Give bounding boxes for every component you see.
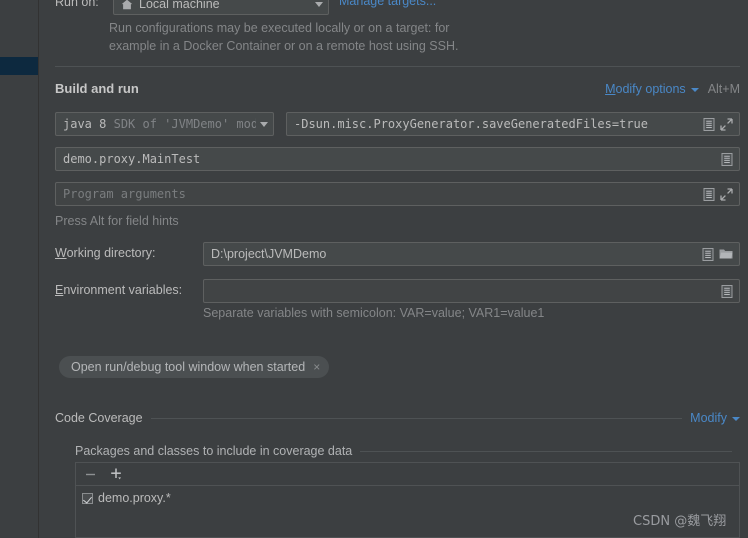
run-on-description: Run configurations may be executed local… bbox=[109, 21, 458, 53]
watermark: CSDN @魏飞翔 bbox=[633, 514, 727, 529]
home-icon bbox=[121, 0, 133, 10]
coverage-packages-title: Packages and classes to include in cover… bbox=[75, 444, 353, 458]
jre-combobox[interactable]: java 8 SDK of 'JVMDemo' modu bbox=[55, 112, 274, 136]
coverage-item-label: demo.proxy.* bbox=[98, 491, 171, 505]
run-on-description-line1: Run configurations may be executed local… bbox=[109, 21, 450, 35]
environment-variables-field[interactable] bbox=[203, 279, 740, 303]
main-class-value: demo.proxy.MainTest bbox=[63, 152, 201, 166]
working-directory-value: D:\project\JVMDemo bbox=[211, 247, 327, 261]
chevron-down-icon[interactable] bbox=[690, 87, 699, 92]
close-icon[interactable]: × bbox=[313, 360, 320, 374]
rail-selected-item[interactable] bbox=[0, 57, 38, 75]
environment-variables-label-rest: nvironment variables: bbox=[63, 283, 183, 297]
field-hints-text: Press Alt for field hints bbox=[55, 214, 179, 228]
modify-options-shortcut: Alt+M bbox=[707, 81, 740, 96]
coverage-packages-rule bbox=[360, 450, 732, 452]
open-tool-window-chip-label: Open run/debug tool window when started bbox=[71, 360, 306, 374]
environment-variables-label: Environment variables: bbox=[55, 283, 182, 297]
program-arguments-placeholder: Program arguments bbox=[63, 187, 186, 201]
jre-value-dim: SDK of 'JVMDemo' modu bbox=[113, 117, 256, 131]
document-icon[interactable] bbox=[702, 247, 714, 261]
vm-options-value: -Dsun.misc.ProxyGenerator.saveGeneratedF… bbox=[294, 117, 649, 131]
configuration-panel: Run on: Local machine Manage targets... … bbox=[39, 0, 748, 538]
expand-icon[interactable] bbox=[720, 187, 733, 201]
coverage-toolbar bbox=[76, 463, 739, 486]
chevron-down-icon[interactable] bbox=[732, 417, 740, 421]
remove-package-button[interactable] bbox=[84, 468, 97, 481]
expand-icon[interactable] bbox=[720, 117, 733, 131]
add-package-button[interactable] bbox=[109, 467, 123, 481]
working-directory-label-rest: orking directory: bbox=[66, 246, 156, 260]
list-item[interactable]: demo.proxy.* bbox=[82, 491, 739, 505]
build-and-run-title: Build and run bbox=[55, 81, 139, 96]
checkbox-icon[interactable] bbox=[82, 492, 93, 504]
build-and-run-header: Build and run Modify options Alt+M bbox=[55, 81, 740, 96]
run-on-label: Run on: bbox=[55, 0, 99, 9]
manage-targets-link-wrap: Manage targets... bbox=[339, 0, 436, 8]
run-on-label-wrap: Run on: bbox=[55, 0, 99, 9]
document-icon[interactable] bbox=[721, 284, 733, 298]
code-coverage-modify-link[interactable]: Modify bbox=[690, 411, 727, 425]
run-on-combobox[interactable]: Local machine bbox=[113, 0, 329, 15]
chevron-down-icon bbox=[315, 1, 323, 7]
code-coverage-rule bbox=[150, 417, 683, 419]
environment-variables-hint-wrap: Separate variables with semicolon: VAR=v… bbox=[203, 306, 544, 320]
modify-options-link[interactable]: Modify options bbox=[605, 82, 686, 96]
code-coverage-header: Code Coverage Modify bbox=[55, 411, 740, 425]
environment-variables-hint: Separate variables with semicolon: VAR=v… bbox=[203, 306, 545, 320]
run-on-description-line2: example in a Docker Container or on a re… bbox=[109, 39, 459, 53]
folder-icon[interactable] bbox=[719, 248, 733, 260]
chevron-down-icon bbox=[260, 121, 268, 127]
section-divider bbox=[55, 66, 740, 67]
main-class-field[interactable]: demo.proxy.MainTest bbox=[55, 147, 740, 171]
left-rail bbox=[0, 0, 38, 538]
vm-options-field[interactable]: -Dsun.misc.ProxyGenerator.saveGeneratedF… bbox=[286, 112, 740, 136]
code-coverage-title: Code Coverage bbox=[55, 411, 143, 425]
coverage-list: demo.proxy.* bbox=[76, 486, 739, 505]
manage-targets-link[interactable]: Manage targets... bbox=[339, 0, 436, 8]
document-icon[interactable] bbox=[721, 152, 733, 166]
program-arguments-field[interactable]: Program arguments bbox=[55, 182, 740, 206]
working-directory-field[interactable]: D:\project\JVMDemo bbox=[203, 242, 740, 266]
run-on-selected-value: Local machine bbox=[139, 0, 220, 11]
open-tool-window-chip[interactable]: Open run/debug tool window when started … bbox=[59, 356, 330, 378]
working-directory-label: Working directory: bbox=[55, 246, 156, 260]
coverage-packages-header: Packages and classes to include in cover… bbox=[75, 444, 740, 458]
working-directory-label-mnemonic: W bbox=[55, 246, 67, 260]
jre-value-strong: java 8 bbox=[63, 117, 107, 131]
document-icon[interactable] bbox=[703, 187, 715, 201]
run-configuration-dialog: Run on: Local machine Manage targets... … bbox=[0, 0, 748, 538]
field-hints-text-wrap: Press Alt for field hints bbox=[55, 214, 179, 228]
modify-options-link-rest: odify options bbox=[615, 81, 686, 96]
document-icon[interactable] bbox=[703, 117, 715, 131]
